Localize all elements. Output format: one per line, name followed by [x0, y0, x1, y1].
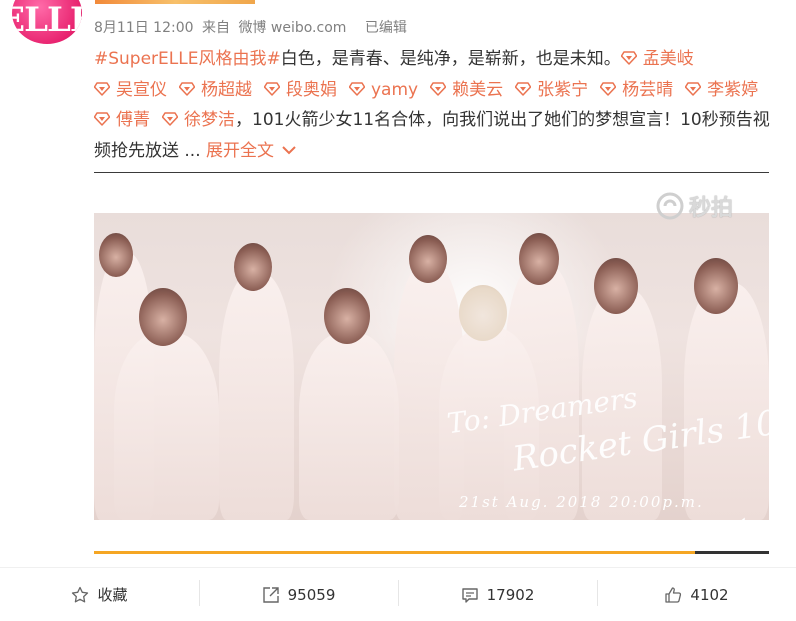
video-figure — [219, 273, 294, 520]
mention-link[interactable]: 段奥娟 — [264, 80, 337, 100]
video-figure-head — [324, 288, 370, 344]
weibo-post-card: ELLE 8月11日 12:00 来自 微博 weibo.com 已编辑 #Su… — [0, 0, 796, 621]
video-figure-head — [519, 233, 559, 285]
edited-label[interactable]: 已编辑 — [365, 20, 407, 36]
mention-label: 杨芸晴 — [622, 79, 674, 100]
mention-link[interactable]: 杨芸晴 — [600, 80, 673, 100]
mention-link[interactable]: 孟美岐 — [620, 49, 694, 69]
mention-label: 孟美岐 — [642, 49, 694, 69]
diamond-icon — [620, 51, 637, 65]
divider — [94, 172, 769, 173]
mention-label: 赖美云 — [452, 79, 504, 100]
mention-label: 徐梦洁 — [184, 110, 235, 130]
expand-full-text-link[interactable]: 展开全文 — [206, 141, 296, 161]
diamond-icon — [685, 81, 702, 96]
mention-label: 傅菁 — [116, 110, 150, 130]
video-figure — [299, 333, 399, 520]
diamond-icon — [264, 81, 280, 96]
video-figure-head — [234, 243, 272, 291]
mention-link[interactable]: 傅菁 — [94, 110, 150, 130]
video-figure-head — [694, 258, 738, 314]
mention-link[interactable]: yamy — [349, 80, 418, 100]
mention-link[interactable]: 赖美云 — [430, 80, 503, 100]
diamond-icon — [162, 112, 178, 126]
share-count: 95059 — [287, 585, 336, 604]
post-date[interactable]: 8月11日 12:00 — [94, 20, 194, 36]
comment-count: 17902 — [486, 585, 535, 604]
mention-label: 张紫宁 — [537, 79, 589, 100]
mention-link[interactable]: 杨超越 — [179, 80, 252, 100]
video-figure — [114, 333, 219, 520]
mention-link[interactable]: 张紫宁 — [515, 80, 588, 100]
like-button[interactable]: 4102 — [597, 568, 796, 621]
comment-icon — [461, 587, 478, 603]
action-bar: 收藏 95059 17902 4102 — [0, 568, 796, 621]
post-source[interactable]: 微博 weibo.com — [238, 20, 346, 36]
mention-label: 段奥娟 — [286, 79, 337, 100]
comment-button[interactable]: 17902 — [398, 568, 597, 621]
mention-link[interactable]: 徐梦洁 — [162, 110, 235, 130]
share-icon — [262, 586, 279, 603]
intro-text: 白色，是青春、是纯净，是崭新，也是未知。 — [280, 49, 621, 69]
volume-mute-icon[interactable] — [733, 516, 755, 536]
video-player[interactable]: To: Dreamers Rocket Girls 101 21st Aug. … — [94, 213, 769, 520]
video-figure-head — [99, 233, 133, 277]
mention-link[interactable]: 吴宣仪 — [94, 80, 167, 100]
miaopai-watermark: 秒拍 — [655, 190, 733, 222]
mention-label: yamy — [371, 79, 419, 100]
mention-label: 杨超越 — [201, 79, 252, 100]
topic-link[interactable]: #SuperELLE风格由我# — [94, 49, 281, 69]
diamond-icon — [515, 81, 532, 96]
chevron-down-icon — [282, 145, 296, 154]
like-count: 4102 — [690, 585, 729, 604]
mention-label: 李紫婷 — [707, 79, 759, 100]
video-figure-head — [594, 258, 638, 314]
diamond-icon — [430, 81, 447, 96]
diamond-icon — [94, 81, 110, 96]
mention-label: 吴宣仪 — [116, 79, 167, 100]
favorite-label: 收藏 — [97, 586, 128, 604]
post-text: #SuperELLE风格由我#白色，是青春、是纯净，是崭新，也是未知。 孟美岐吴宣… — [94, 44, 784, 166]
watermark-text: 秒拍 — [689, 196, 734, 221]
favorite-button[interactable]: 收藏 — [0, 568, 199, 621]
video-figure-head — [459, 285, 507, 341]
share-button[interactable]: 95059 — [199, 568, 398, 621]
video-figure-head — [139, 288, 187, 346]
source-prefix: 来自 — [201, 20, 230, 36]
avatar-logo-text: ELLE — [12, 0, 82, 40]
diamond-icon — [179, 81, 195, 96]
username-strip — [95, 0, 255, 4]
diamond-icon — [94, 112, 110, 126]
video-progress-fill — [94, 551, 695, 554]
avatar[interactable]: ELLE — [12, 0, 82, 44]
video-progress-bar[interactable] — [94, 551, 769, 554]
star-icon — [72, 586, 89, 602]
video-figure-head — [409, 235, 447, 283]
mention-link[interactable]: 李紫婷 — [685, 80, 758, 100]
expand-label: 展开全文 — [206, 140, 275, 161]
miaopai-logo-icon — [656, 192, 684, 220]
diamond-icon — [349, 81, 365, 96]
diamond-icon — [600, 81, 617, 96]
video-date-line: 21st Aug. 2018 20:00p.m. — [459, 493, 704, 511]
post-meta: 8月11日 12:00 来自 微博 weibo.com 已编辑 — [94, 17, 411, 37]
thumbs-up-icon — [665, 586, 682, 603]
